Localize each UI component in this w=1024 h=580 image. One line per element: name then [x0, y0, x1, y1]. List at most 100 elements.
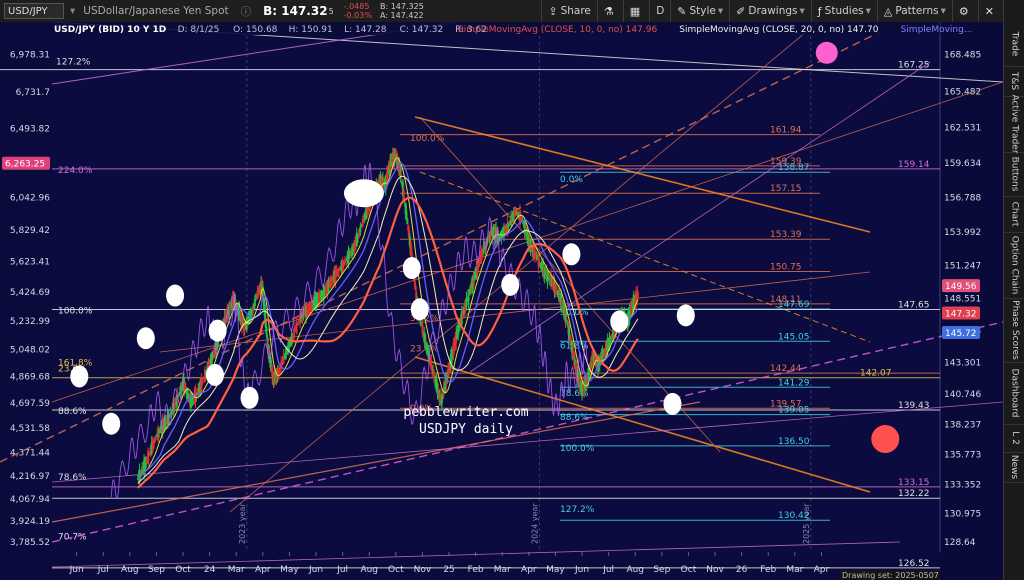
- sidebar-tab-label: Active Trader: [1009, 94, 1020, 154]
- level-percent-label: 0.0%: [560, 175, 583, 185]
- sidebar-tab-option-chain[interactable]: Option Chain: [1004, 232, 1024, 299]
- x-axis-tick: Jun: [308, 565, 323, 575]
- candle-body: [201, 379, 204, 384]
- right-axis-tick: 133.352: [944, 480, 981, 490]
- pattern-marker-ellipse: [410, 298, 429, 321]
- sidebar-tab-phase-scores[interactable]: Phase Scores: [1004, 298, 1024, 363]
- sidebar-tab-news[interactable]: News: [1004, 452, 1024, 483]
- level-value-label: 126.52: [898, 559, 930, 569]
- candle-body: [636, 292, 639, 299]
- level-value-label: 133.15: [898, 478, 930, 488]
- sidebar-tab-active-trader[interactable]: Active Trader: [1004, 94, 1024, 154]
- x-axis-tick: Apr: [255, 565, 271, 575]
- left-axis-tick: 6,042.96: [10, 193, 50, 203]
- right-axis-tick: 130.975: [944, 509, 981, 519]
- x-axis-tick: 25: [443, 565, 454, 575]
- sidebar-tab-trade[interactable]: Trade: [1004, 22, 1024, 67]
- x-axis-tick: Nov: [414, 565, 432, 575]
- info-icon[interactable]: ⓘ: [235, 0, 258, 22]
- pattern-marker-ellipse: [501, 273, 520, 296]
- drawings-button[interactable]: ✐ Drawings ▾: [729, 0, 811, 22]
- level-value-label: 132.22: [898, 489, 930, 499]
- x-axis-tick: Aug: [626, 565, 644, 575]
- year-label: 2023 year: [238, 503, 247, 544]
- pencil-icon: ✐: [736, 4, 746, 18]
- candle-body: [154, 436, 157, 442]
- pattern-marker-ellipse: [663, 392, 682, 415]
- x-axis-tick: Sep: [653, 565, 670, 575]
- x-axis-tick: Jul: [97, 565, 109, 575]
- chart-canvas[interactable]: 6,978.31 6,731.7 6,493.82 6,263.25 6,042.96 5…: [0, 22, 1003, 580]
- x-axis-tick: Oct: [175, 565, 191, 575]
- sidebar-tab-chart[interactable]: Chart: [1004, 196, 1024, 233]
- sidebar-tab-label: Buttons: [1009, 156, 1020, 192]
- studies-icon: ƒ: [817, 4, 822, 18]
- pattern-marker-ellipse: [562, 243, 581, 266]
- settings-button[interactable]: ⚙: [951, 0, 978, 22]
- candle-body: [254, 299, 257, 301]
- study-label: SimpleMovingAvg (CLOSE, 20, 0, no) 147.7…: [679, 25, 878, 35]
- watermark-title: USDJPY daily: [419, 422, 513, 437]
- level-percent-label: 127.2%: [56, 58, 91, 68]
- level-value-label: 139.05: [778, 406, 810, 416]
- sidebar-tab-label: Option Chain: [1009, 235, 1020, 295]
- pattern-marker-ellipse: [402, 257, 421, 280]
- x-axis-tick: Jun: [574, 565, 589, 575]
- symbol-dropdown-icon[interactable]: ▾: [68, 0, 77, 22]
- left-axis-tick: 5,232.99: [10, 317, 50, 327]
- candle-body: [537, 253, 540, 268]
- level-value-label: 150.75: [770, 263, 802, 273]
- right-axis-tick: 148.551: [944, 294, 981, 304]
- pattern-marker-ellipse: [610, 310, 629, 333]
- candle-body: [538, 261, 541, 263]
- ohlc-value: C: 147.32: [400, 25, 444, 35]
- sidebar-tab-buttons[interactable]: Buttons: [1004, 152, 1024, 197]
- left-axis-tick: 6,978.31: [10, 51, 50, 61]
- grid-button[interactable]: ▦: [622, 0, 649, 22]
- style-button[interactable]: ✎ Style ▾: [670, 0, 729, 22]
- ohlc-value: O: 150.68: [233, 25, 278, 35]
- close-button[interactable]: ✕: [977, 0, 1003, 22]
- x-axis-tick: May: [546, 565, 565, 575]
- left-axis-tick: 6,731.7: [16, 88, 50, 98]
- left-axis-tick: 4,531.58: [10, 424, 50, 434]
- symbol-input[interactable]: [4, 3, 64, 19]
- pattern-marker-ellipse: [205, 363, 224, 386]
- level-percent-label: 224.0%: [58, 166, 93, 176]
- sidebar-tab-label: T&S: [1009, 71, 1020, 91]
- x-axis-tick: Feb: [760, 565, 776, 575]
- flask-button[interactable]: ⚗: [596, 0, 623, 22]
- patterns-button[interactable]: ◬ Patterns ▾: [876, 0, 952, 22]
- right-axis-tick: 168.485: [944, 51, 981, 61]
- grid-icon: ▦: [629, 4, 641, 18]
- left-axis-tick: 5,048.02: [10, 345, 50, 355]
- pattern-marker-ellipse: [166, 284, 185, 307]
- sidebar-tab-l-2[interactable]: L 2: [1004, 424, 1024, 453]
- period-button[interactable]: D: [649, 0, 670, 22]
- studies-button[interactable]: ƒ Studies ▾: [810, 0, 877, 22]
- level-value-label: 142.07: [860, 369, 892, 379]
- share-button[interactable]: ⇪ Share: [541, 0, 597, 22]
- x-axis-tick: Apr: [814, 565, 830, 575]
- level-value-label: 153.39: [770, 230, 802, 240]
- level-percent-label: 100.0%: [560, 444, 595, 454]
- sidebar-tab-dashboard[interactable]: Dashboard: [1004, 362, 1024, 425]
- left-axis-tick: 5,424.69: [10, 288, 50, 298]
- pattern-marker-ellipse: [70, 365, 89, 388]
- watermark-site: pebblewriter.com: [403, 405, 528, 420]
- right-axis-tick: 159.634: [944, 159, 981, 169]
- right-axis-tick: 143.301: [944, 359, 981, 369]
- drawing-set-label: Drawing set: 2025-0507: [842, 571, 939, 580]
- right-axis-tick: 156.788: [944, 194, 981, 204]
- symbol-description: USDollar/Japanese Yen Spot: [83, 5, 229, 17]
- study-label: SimpleMovingAvg (CLOSE, 10, 0, no) 147.9…: [458, 25, 657, 35]
- target-circle: [871, 425, 900, 454]
- level-percent-label: 88.6%: [58, 407, 87, 417]
- sidebar-tab-t-s[interactable]: T&S: [1004, 66, 1024, 97]
- patterns-icon: ◬: [883, 4, 893, 18]
- right-axis-tick: 153.992: [944, 228, 981, 238]
- level-value-label: 142.44: [770, 364, 802, 374]
- flask-icon: ⚗: [603, 4, 614, 18]
- year-label: 2024 year: [530, 503, 539, 544]
- x-axis-tick: May: [280, 565, 299, 575]
